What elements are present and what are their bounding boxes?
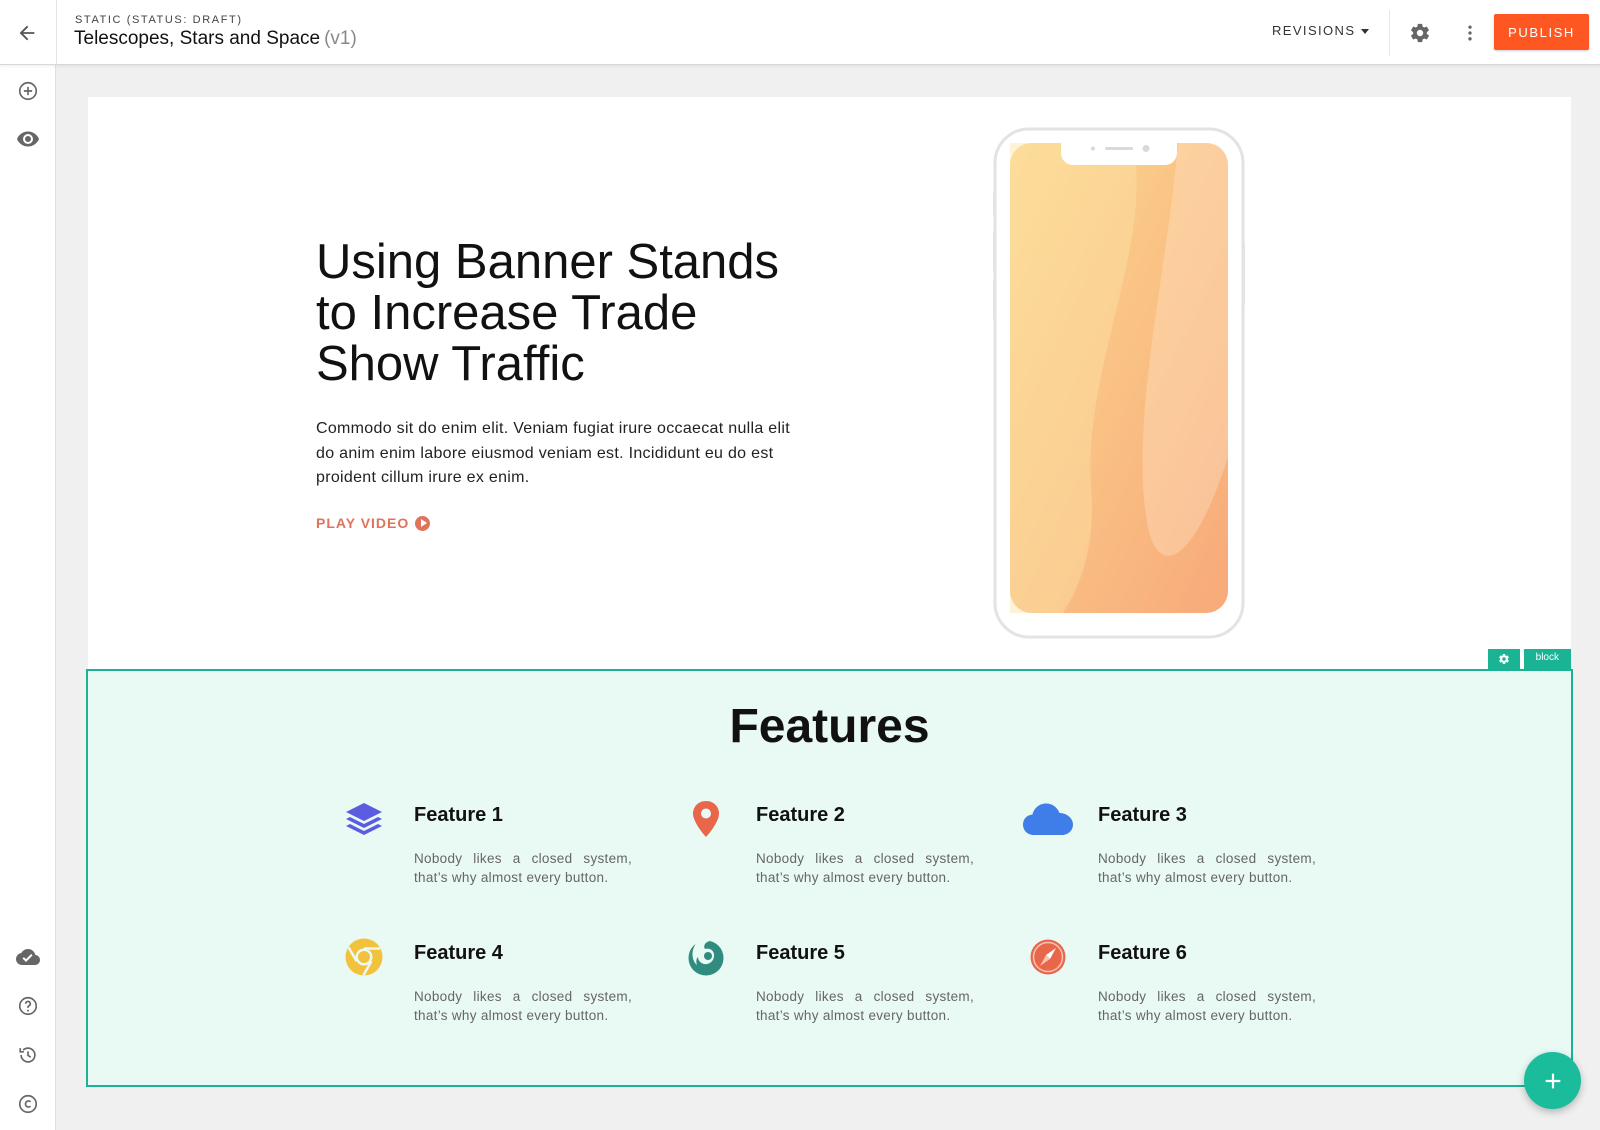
help-icon[interactable] [13,991,43,1021]
eye-icon[interactable] [13,124,43,154]
chevron-down-icon [1361,28,1370,34]
features-block[interactable]: block Features Feature 1 Nobody likes a … [86,649,1573,1087]
play-video-label: PLAY VIDEO [316,515,410,531]
block-gear-icon[interactable] [1487,649,1520,669]
more-vert-icon[interactable] [1455,18,1485,48]
hero-title: Using Banner Stands to Increase Trade Sh… [316,235,780,391]
copyright-icon[interactable] [13,1089,43,1119]
add-block-button[interactable] [1524,1052,1581,1109]
feature-description: Nobody likes a closed system, that’s why… [1098,989,1316,1023]
feature-name: Feature 3 [1098,804,1187,826]
feature-item: Feature 4 Nobody likes a closed system, … [344,937,644,1047]
feature-description: Nobody likes a closed system, that’s why… [756,851,974,885]
divider [56,0,57,65]
back-arrow-icon[interactable] [12,18,42,48]
features-title: Features [729,700,930,753]
compass-icon [1028,937,1068,977]
hero-section[interactable]: Using Banner Stands to Increase Trade Sh… [88,97,1571,669]
page-status: STATIC (STATUS: DRAFT) [75,14,243,26]
left-sidebar [0,65,56,1130]
gear-icon[interactable] [1405,18,1435,48]
plus-icon [1545,1073,1560,1088]
phone-mockup-image [993,127,1245,639]
page-version: (v1) [324,28,357,49]
chrome-icon [344,937,384,977]
add-icon[interactable] [13,76,43,106]
feature-name: Feature 6 [1098,942,1187,964]
page-title-text: Telescopes, Stars and Space [74,28,321,49]
divider [1389,10,1390,56]
hero-text: Commodo sit do enim elit. Veniam fugiat … [316,420,790,486]
top-bar: STATIC (STATUS: DRAFT) Telescopes, Stars… [0,0,1600,65]
firefox-icon [686,937,726,977]
block-toolbar: block [1487,649,1571,669]
feature-name: Feature 1 [414,804,503,826]
page-title: Telescopes, Stars and Space (v1) [74,28,357,50]
history-icon[interactable] [13,1040,43,1070]
page-canvas: Using Banner Stands to Increase Trade Sh… [86,97,1573,1087]
publish-button[interactable]: PUBLISH [1494,14,1589,50]
layers-icon [344,799,384,839]
cloud-done-icon[interactable] [13,942,43,972]
feature-description: Nobody likes a closed system, that’s why… [1098,851,1316,885]
feature-item: Feature 3 Nobody likes a closed system, … [1023,799,1328,909]
feature-item: Feature 6 Nobody likes a closed system, … [1028,937,1328,1047]
play-video-link[interactable]: PLAY VIDEO [316,515,431,531]
revisions-label: REVISIONS [1272,23,1356,38]
feature-item: Feature 1 Nobody likes a closed system, … [344,799,644,909]
cloud-icon [1022,799,1074,839]
feature-name: Feature 2 [756,804,845,826]
feature-description: Nobody likes a closed system, that’s why… [414,989,632,1023]
play-circle-icon [415,515,431,531]
block-type-label[interactable]: block [1523,649,1571,669]
feature-description: Nobody likes a closed system, that’s why… [756,989,974,1023]
feature-item: Feature 5 Nobody likes a closed system, … [686,937,986,1047]
feature-name: Feature 5 [756,942,845,964]
feature-name: Feature 4 [414,942,503,964]
feature-description: Nobody likes a closed system, that’s why… [414,851,632,885]
map-pin-icon [686,799,726,839]
feature-item: Feature 2 Nobody likes a closed system, … [686,799,986,909]
revisions-dropdown[interactable]: REVISIONS [1272,23,1370,38]
